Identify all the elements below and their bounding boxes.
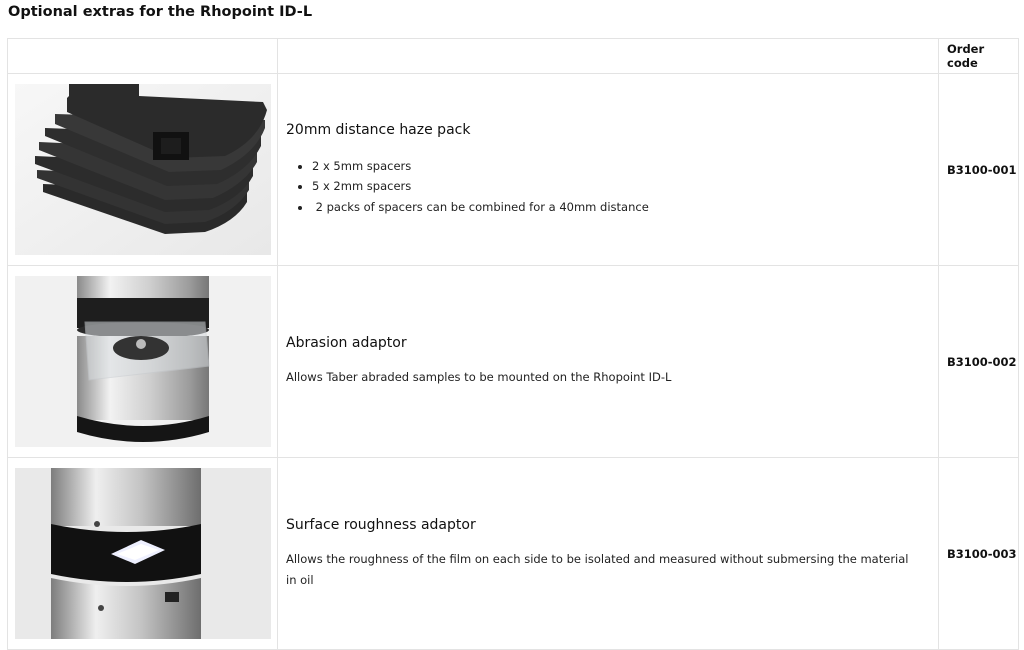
- list-item: 2 x 5mm spacers: [312, 156, 920, 177]
- image-cell: [7, 457, 278, 650]
- product-title: Surface roughness adaptor: [286, 516, 476, 533]
- haze-spacers-photo: [14, 84, 271, 255]
- product-description: Allows the roughness of the film on each…: [286, 551, 909, 587]
- page-title: Optional extras for the Rhopoint ID-L: [8, 4, 313, 20]
- order-code: B3100-001: [938, 73, 1019, 266]
- list-item: 2 packs of spacers can be combined for a…: [312, 197, 920, 218]
- description-cell: 20mm distance haze pack 2 x 5mm spacers …: [277, 73, 939, 266]
- table-row: Abrasion adaptor Allows Taber abraded sa…: [7, 265, 1019, 458]
- description-cell: Surface roughness adaptor Allows the rou…: [277, 457, 939, 650]
- table-header-row: Order code: [7, 38, 1019, 74]
- feature-list: 2 x 5mm spacers 5 x 2mm spacers 2 packs …: [286, 156, 920, 218]
- order-code: B3100-003: [938, 457, 1019, 650]
- description-cell: Abrasion adaptor Allows Taber abraded sa…: [277, 265, 939, 458]
- table-row: Surface roughness adaptor Allows the rou…: [7, 457, 1019, 650]
- extras-table: Order code 20mm distance haze pack • 2 x…: [7, 38, 1019, 650]
- order-code: B3100-002: [938, 265, 1019, 458]
- header-empty-cell: [7, 38, 278, 74]
- product-title: 20mm distance haze pack: [286, 121, 471, 138]
- roughness-adaptor-photo: [14, 468, 271, 639]
- product-title: Abrasion adaptor: [286, 335, 407, 351]
- image-cell: [7, 265, 278, 458]
- abrasion-adaptor-photo: [14, 276, 271, 447]
- order-code-header: Order code: [938, 38, 1019, 74]
- table-row: 20mm distance haze pack 2 x 5mm spacers …: [7, 73, 1019, 266]
- product-description: Allows Taber abraded samples to be mount…: [286, 370, 672, 384]
- header-empty-cell: [277, 38, 939, 74]
- image-cell: [7, 73, 278, 266]
- list-item: 5 x 2mm spacers: [312, 176, 920, 197]
